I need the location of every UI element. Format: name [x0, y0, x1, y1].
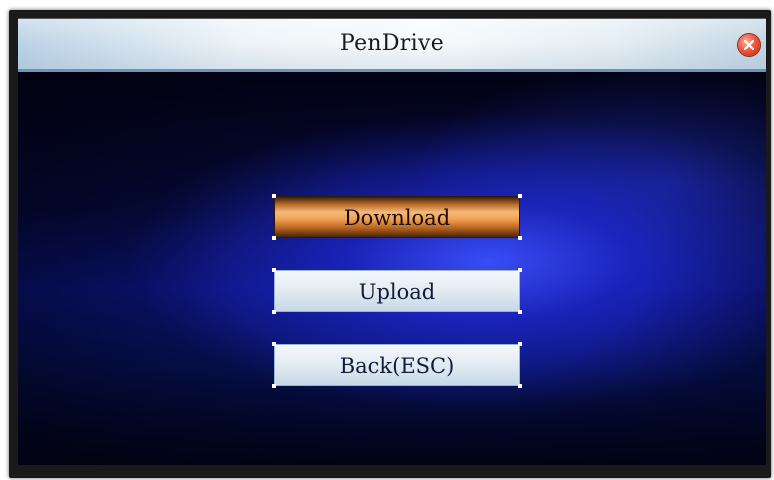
button-corner — [272, 268, 276, 272]
window-title: PenDrive — [339, 31, 445, 56]
button-corner — [518, 384, 522, 388]
button-corner — [272, 342, 276, 346]
close-icon[interactable] — [738, 34, 760, 56]
button-corner — [518, 268, 522, 272]
background-vignette — [18, 72, 766, 465]
device-screen: PenDrive Download Upload Back(ESC) — [18, 18, 766, 465]
selection-corner — [272, 194, 276, 198]
back-esc-button[interactable]: Back(ESC) — [272, 342, 522, 388]
button-corner — [518, 342, 522, 346]
selection-corner — [272, 236, 276, 240]
button-corner — [272, 384, 276, 388]
button-corner — [518, 310, 522, 314]
button-corner — [272, 310, 276, 314]
close-x-glyph — [743, 39, 755, 51]
upload-button[interactable]: Upload — [272, 268, 522, 314]
title-bar: PenDrive — [18, 19, 766, 72]
selection-corner — [518, 236, 522, 240]
selection-corner — [518, 194, 522, 198]
upload-button-label: Upload — [358, 280, 436, 304]
back-esc-button-label: Back(ESC) — [339, 354, 455, 378]
download-button-label: Download — [343, 206, 451, 230]
download-button[interactable]: Download — [272, 194, 522, 240]
menu-panel: Download Upload Back(ESC) — [18, 72, 766, 465]
